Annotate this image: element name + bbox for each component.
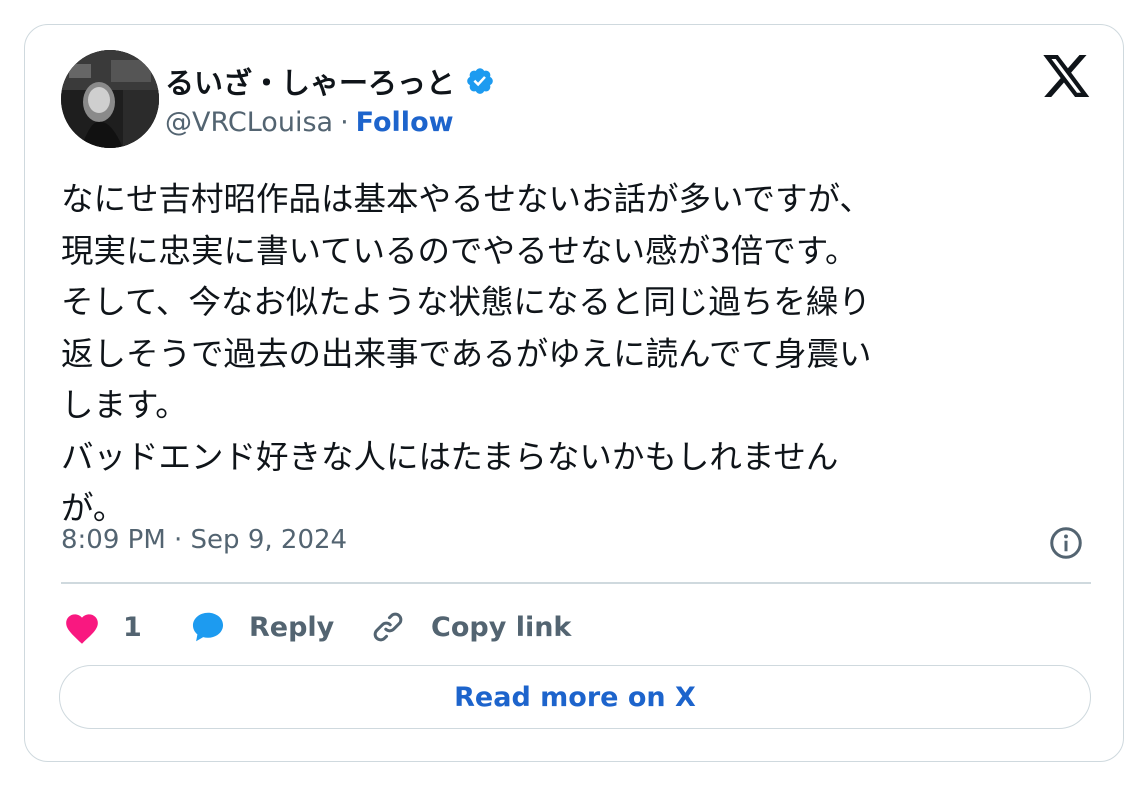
verified-badge-icon <box>465 66 495 96</box>
read-more-label: Read more on X <box>454 681 696 713</box>
author-handle-row: @VRCLouisa · Follow <box>165 102 454 142</box>
reply-button[interactable]: Reply <box>189 605 334 649</box>
separator-dot: · <box>340 106 349 138</box>
info-icon[interactable] <box>1048 525 1084 561</box>
copy-link-label: Copy link <box>431 611 572 643</box>
like-count: 1 <box>123 611 142 643</box>
reply-label: Reply <box>249 611 335 643</box>
display-name[interactable]: るいざ・しゃーろっと <box>165 60 455 102</box>
like-button[interactable]: 1 <box>63 605 142 649</box>
heart-icon <box>63 609 101 645</box>
author-name-row: るいざ・しゃーろっと <box>165 61 495 101</box>
divider <box>61 582 1091 584</box>
link-icon <box>369 608 407 646</box>
author-handle[interactable]: @VRCLouisa <box>165 107 333 138</box>
tweet-card: るいざ・しゃーろっと @VRCLouisa · Follow なにせ吉村昭作品は… <box>24 24 1124 762</box>
avatar[interactable] <box>61 50 159 148</box>
follow-button[interactable]: Follow <box>356 107 454 138</box>
copy-link-button[interactable]: Copy link <box>369 605 571 649</box>
speech-bubble-icon <box>189 608 227 646</box>
x-logo-icon[interactable] <box>1043 55 1091 99</box>
tweet-timestamp[interactable]: 8:09 PM · Sep 9, 2024 <box>61 525 347 555</box>
tweet-text: なにせ吉村昭作品は基本やるせないお話が多いですが、 現実に忠実に書いているのでや… <box>61 180 872 527</box>
read-more-button[interactable]: Read more on X <box>59 665 1091 729</box>
